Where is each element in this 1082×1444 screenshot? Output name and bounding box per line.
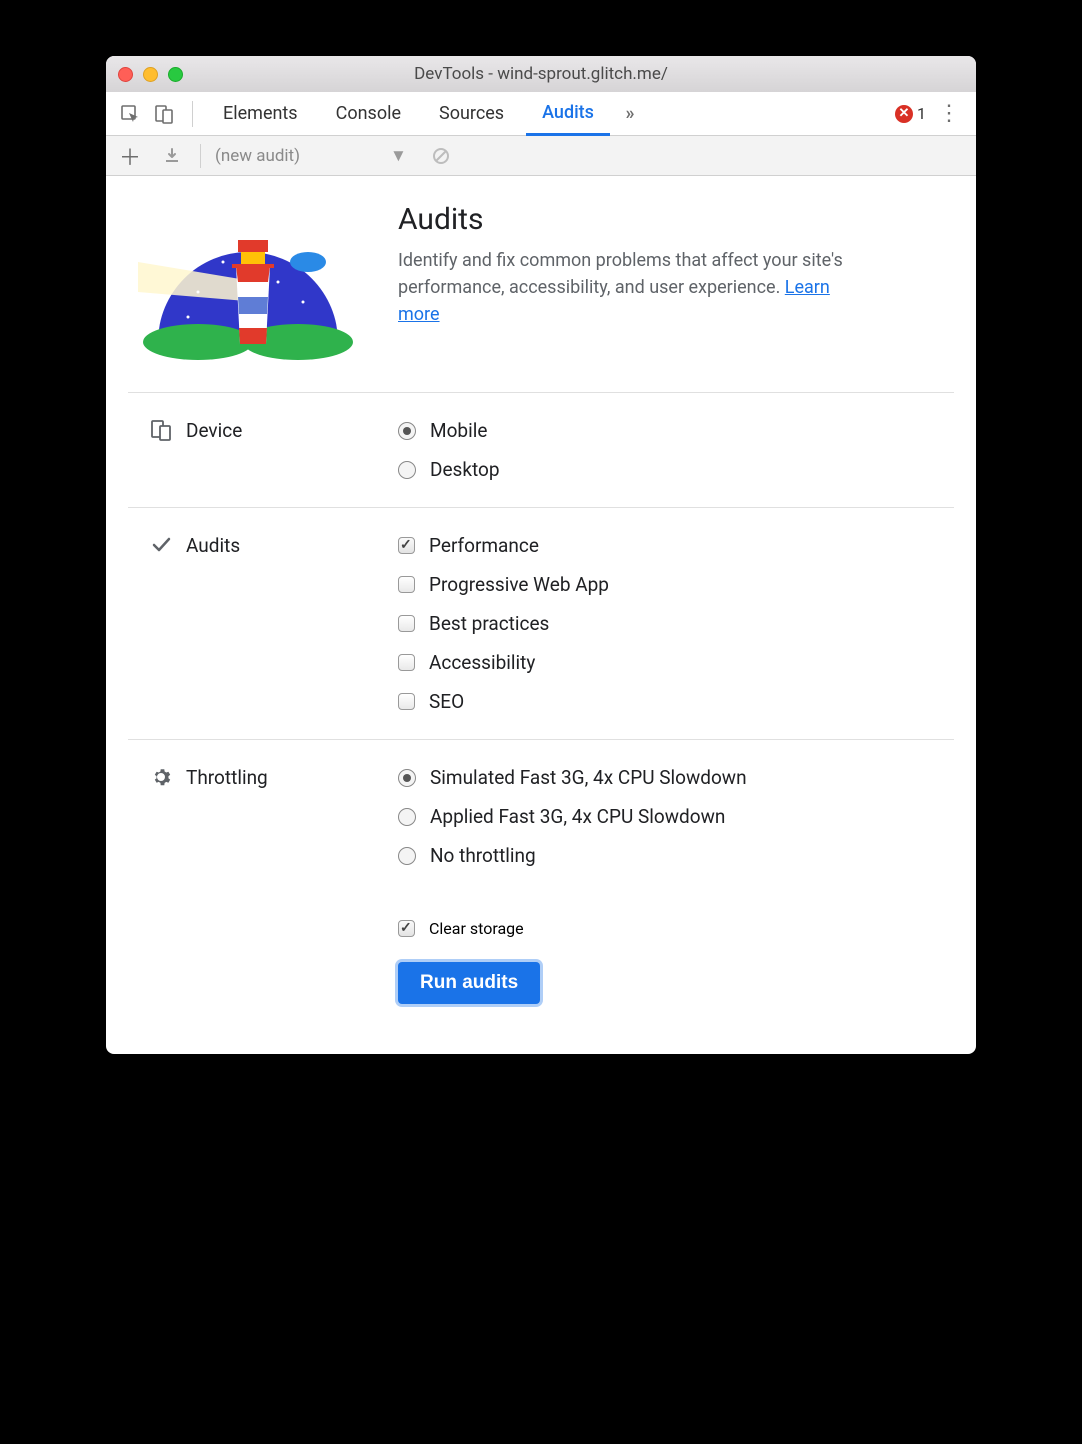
new-audit-icon[interactable]: ＋ <box>116 142 144 170</box>
radio-device-desktop[interactable]: Desktop <box>398 458 500 481</box>
option-label: Performance <box>429 534 539 557</box>
error-count: 1 <box>917 104 926 123</box>
page-description: Identify and fix common problems that af… <box>398 247 858 328</box>
radio-input[interactable] <box>398 461 416 479</box>
window-title: DevTools - wind-sprout.glitch.me/ <box>106 64 976 84</box>
label-text: Audits <box>186 534 240 557</box>
label-text: Throttling <box>186 766 268 789</box>
checkbox-seo[interactable]: SEO <box>398 690 609 713</box>
checkbox-clear-storage[interactable]: Clear storage <box>398 919 524 938</box>
audits-toolbar: ＋ (new audit) ▼ <box>106 136 976 176</box>
radio-input[interactable] <box>398 847 416 865</box>
download-icon[interactable] <box>158 142 186 170</box>
checkbox-input[interactable] <box>398 576 415 593</box>
checkbox-input[interactable] <box>398 615 415 632</box>
zoom-window-button[interactable] <box>168 67 183 82</box>
error-indicator[interactable]: ✕ 1 <box>895 104 926 123</box>
radio-input[interactable] <box>398 808 416 826</box>
checkbox-input[interactable] <box>398 920 415 937</box>
option-label: Applied Fast 3G, 4x CPU Slowdown <box>430 805 725 828</box>
devtools-window: DevTools - wind-sprout.glitch.me/ Elemen… <box>106 56 976 1054</box>
option-label: Clear storage <box>429 919 524 938</box>
option-label: Best practices <box>429 612 549 635</box>
tab-sources[interactable]: Sources <box>423 92 520 136</box>
tab-audits[interactable]: Audits <box>526 92 610 136</box>
device-options: Mobile Desktop <box>398 419 500 481</box>
tabs-overflow-button[interactable]: » <box>616 100 644 128</box>
radio-input[interactable] <box>398 769 416 787</box>
section-throttling: Throttling Simulated Fast 3G, 4x CPU Slo… <box>128 739 954 893</box>
option-label: No throttling <box>430 844 536 867</box>
section-audits: Audits Performance Progressive Web App B… <box>128 507 954 739</box>
footer-actions: Clear storage Run audits <box>128 893 954 1004</box>
option-label: Simulated Fast 3G, 4x CPU Slowdown <box>430 766 747 789</box>
overflow-glyph: » <box>625 103 634 124</box>
option-label: Accessibility <box>429 651 535 674</box>
option-label: Desktop <box>430 458 500 481</box>
section-device: Device Mobile Desktop <box>128 392 954 507</box>
radio-throttling-none[interactable]: No throttling <box>398 844 747 867</box>
section-label: Device <box>128 419 378 481</box>
titlebar: DevTools - wind-sprout.glitch.me/ <box>106 56 976 92</box>
device-toolbar-icon[interactable] <box>150 100 178 128</box>
audit-categories: Performance Progressive Web App Best pra… <box>398 534 609 713</box>
page-title: Audits <box>398 202 858 237</box>
tab-elements[interactable]: Elements <box>207 92 314 136</box>
tab-label: Console <box>336 103 401 124</box>
check-icon <box>150 534 172 556</box>
tab-label: Elements <box>223 103 298 124</box>
checkbox-accessibility[interactable]: Accessibility <box>398 651 609 674</box>
run-audits-button[interactable]: Run audits <box>398 962 540 1004</box>
traffic-lights <box>118 67 183 82</box>
desc-text: Identify and fix common problems that af… <box>398 250 843 298</box>
minimize-window-button[interactable] <box>143 67 158 82</box>
close-window-button[interactable] <box>118 67 133 82</box>
lighthouse-illustration <box>128 202 368 362</box>
option-label: Mobile <box>430 419 487 442</box>
audit-select-dropdown[interactable]: (new audit) ▼ <box>215 146 407 166</box>
label-text: Device <box>186 419 242 442</box>
section-label: Throttling <box>128 766 378 867</box>
checkbox-input[interactable] <box>398 654 415 671</box>
audits-panel: Audits Identify and fix common problems … <box>106 176 976 1054</box>
dropdown-label: (new audit) <box>215 146 300 166</box>
device-icon <box>150 419 172 441</box>
radio-device-mobile[interactable]: Mobile <box>398 419 500 442</box>
radio-throttling-simulated[interactable]: Simulated Fast 3G, 4x CPU Slowdown <box>398 766 747 789</box>
hero-text: Audits Identify and fix common problems … <box>398 202 858 328</box>
separator <box>192 101 193 127</box>
option-label: SEO <box>429 690 464 713</box>
gear-icon <box>150 766 172 788</box>
chevron-down-icon: ▼ <box>390 146 407 166</box>
checkbox-input[interactable] <box>398 693 415 710</box>
error-icon: ✕ <box>895 105 913 123</box>
checkbox-performance[interactable]: Performance <box>398 534 609 557</box>
radio-input[interactable] <box>398 422 416 440</box>
option-label: Progressive Web App <box>429 573 609 596</box>
section-label: Audits <box>128 534 378 713</box>
clear-icon[interactable] <box>427 142 455 170</box>
separator <box>200 144 201 168</box>
more-menu-button[interactable]: ⋮ <box>932 101 966 126</box>
checkbox-best-practices[interactable]: Best practices <box>398 612 609 635</box>
radio-throttling-applied[interactable]: Applied Fast 3G, 4x CPU Slowdown <box>398 805 747 828</box>
throttling-options: Simulated Fast 3G, 4x CPU Slowdown Appli… <box>398 766 747 867</box>
hero: Audits Identify and fix common problems … <box>128 202 954 392</box>
checkbox-input[interactable] <box>398 537 415 554</box>
tab-label: Audits <box>542 102 594 123</box>
inspect-element-icon[interactable] <box>116 100 144 128</box>
panel-tabs: Elements Console Sources Audits » ✕ 1 ⋮ <box>106 92 976 136</box>
checkbox-pwa[interactable]: Progressive Web App <box>398 573 609 596</box>
tab-console[interactable]: Console <box>320 92 417 136</box>
tab-label: Sources <box>439 103 504 124</box>
